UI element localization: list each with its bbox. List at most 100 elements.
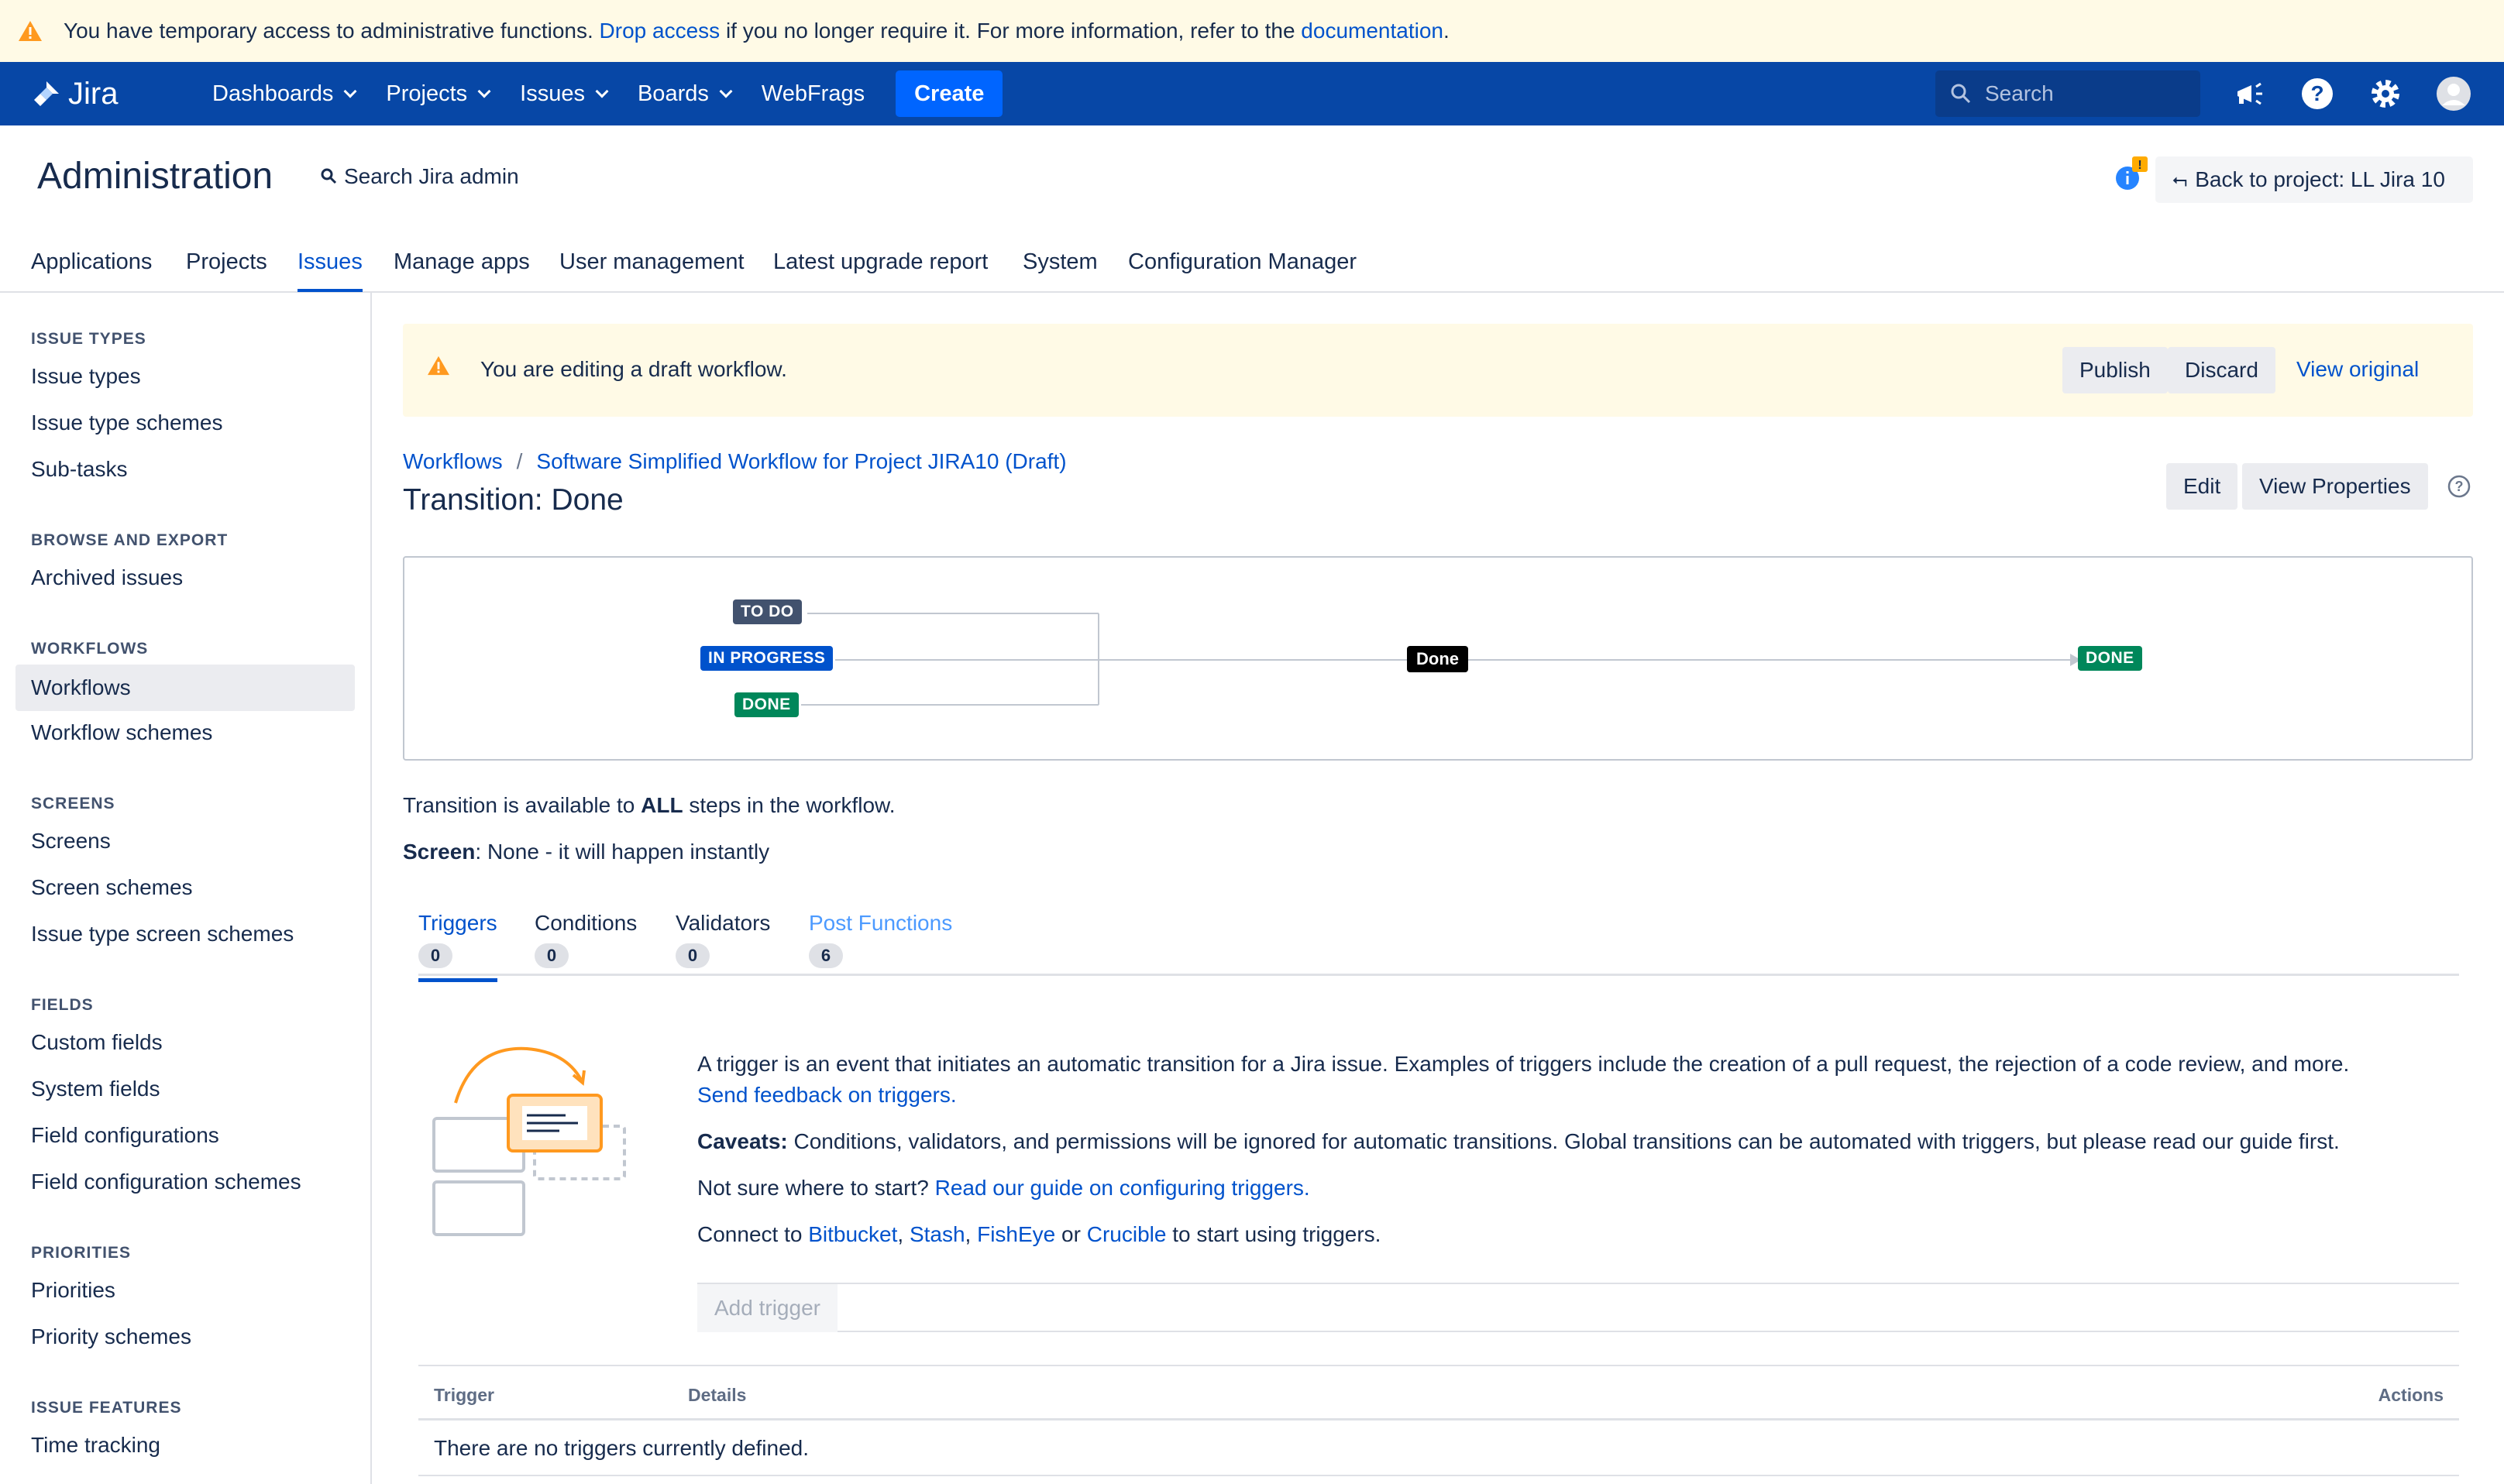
empty-table-message: There are no triggers currently defined. — [434, 1436, 810, 1460]
nav-issues[interactable]: Issues — [520, 81, 609, 107]
jira-logo-icon — [34, 81, 59, 106]
tab-triggers[interactable]: Triggers 0 — [418, 911, 497, 982]
table-header: Trigger Details Actions — [418, 1365, 2459, 1420]
tab-issues[interactable]: Issues — [298, 249, 363, 292]
sidebar-item-issue-type-schemes[interactable]: Issue type schemes — [31, 411, 222, 435]
avatar[interactable] — [2436, 76, 2471, 112]
page-title-administration: Administration — [37, 156, 273, 197]
stash-link[interactable]: Stash — [910, 1222, 965, 1246]
tab-projects[interactable]: Projects — [186, 249, 267, 289]
back-to-project-button[interactable]: ⮢ Back to project: LL Jira 10 — [2155, 156, 2473, 203]
search-jira-admin[interactable]: Search Jira admin — [319, 164, 519, 189]
sidebar-item-screen-schemes[interactable]: Screen schemes — [31, 875, 193, 900]
triggers-illustration — [432, 1046, 626, 1236]
nav-webfrags[interactable]: WebFrags — [762, 81, 865, 107]
nav-dashboards[interactable]: Dashboards — [212, 81, 357, 107]
draft-message: You are editing a draft workflow. — [480, 357, 787, 381]
return-arrow-icon: ⮢ — [2172, 169, 2188, 190]
tab-applications[interactable]: Applications — [31, 249, 152, 289]
tab-user-management[interactable]: User management — [559, 249, 745, 289]
breadcrumb-workflow-link[interactable]: Software Simplified Workflow for Project… — [536, 449, 1066, 474]
sidebar-heading-workflows: WORKFLOWS — [31, 640, 149, 658]
global-search-input[interactable]: Search — [1935, 70, 2200, 117]
fisheye-link[interactable]: FishEye — [977, 1222, 1055, 1246]
svg-text:?: ? — [2310, 81, 2323, 105]
crucible-link[interactable]: Crucible — [1087, 1222, 1167, 1246]
sidebar-item-workflow-schemes[interactable]: Workflow schemes — [31, 720, 212, 745]
transition-diagram: TO DO IN PROGRESS DONE Done DONE — [403, 556, 2473, 761]
notification-badge: ! — [2138, 159, 2141, 172]
read-guide-link[interactable]: Read our guide on configuring triggers. — [935, 1176, 1310, 1200]
sidebar-heading-browse-export: BROWSE AND EXPORT — [31, 531, 229, 549]
sidebar-item-archived-issues[interactable]: Archived issues — [31, 565, 183, 590]
megaphone-icon[interactable] — [2231, 76, 2267, 112]
sidebar-heading-issue-features: ISSUE FEATURES — [31, 1399, 182, 1417]
tab-system[interactable]: System — [1023, 249, 1098, 289]
sidebar-item-custom-fields[interactable]: Custom fields — [31, 1030, 163, 1055]
tab-conditions[interactable]: Conditions 0 — [535, 911, 637, 982]
sidebar-item-system-fields[interactable]: System fields — [31, 1077, 160, 1101]
nav-boards[interactable]: Boards — [638, 81, 733, 107]
sidebar-item-screens[interactable]: Screens — [31, 829, 111, 854]
view-properties-button[interactable]: View Properties — [2242, 463, 2428, 510]
transition-label: Done — [1407, 646, 1468, 672]
sidebar-item-sub-tasks[interactable]: Sub-tasks — [31, 457, 128, 482]
status-lozenge-done-target: DONE — [2078, 646, 2142, 671]
transition-tabs: Triggers 0 Conditions 0 Validators 0 Post F… — [418, 905, 2459, 982]
tab-configuration-manager[interactable]: Configuration Manager — [1128, 249, 1357, 289]
column-header-actions: Actions — [2378, 1385, 2444, 1405]
create-button[interactable]: Create — [896, 70, 1003, 117]
triggers-intro: A trigger is an event that initiates an … — [697, 1052, 2350, 1076]
tab-validators[interactable]: Validators 0 — [676, 911, 770, 982]
sidebar-item-time-tracking[interactable]: Time tracking — [31, 1433, 160, 1458]
bitbucket-link[interactable]: Bitbucket — [808, 1222, 897, 1246]
sidebar-item-field-configuration-schemes[interactable]: Field configuration schemes — [31, 1170, 301, 1194]
sidebar-heading-priorities: PRIORITIES — [31, 1244, 132, 1262]
sidebar-item-priorities[interactable]: Priorities — [31, 1278, 115, 1303]
sidebar-item-priority-schemes[interactable]: Priority schemes — [31, 1324, 191, 1349]
sidebar-item-issue-type-screen-schemes[interactable]: Issue type screen schemes — [31, 922, 294, 946]
add-trigger-button[interactable]: Add trigger — [697, 1284, 838, 1332]
sidebar-item-field-configurations[interactable]: Field configurations — [31, 1123, 219, 1148]
availability-text: Transition is available to ALL steps in … — [403, 793, 896, 817]
banner-text: You have temporary access to administrat… — [64, 19, 1450, 43]
discard-button[interactable]: Discard — [2168, 347, 2275, 393]
chevron-down-icon — [595, 84, 609, 98]
documentation-link[interactable]: documentation — [1301, 19, 1443, 43]
tab-count: 0 — [418, 943, 452, 968]
info-notification-icon[interactable]: ! — [2112, 155, 2151, 194]
admin-access-banner: You have temporary access to administrat… — [0, 0, 2504, 62]
breadcrumb: Workflows / Software Simplified Workflow… — [403, 449, 1067, 474]
help-circle-icon[interactable]: ? — [2447, 474, 2471, 499]
publish-button[interactable]: Publish — [2062, 347, 2168, 393]
screen-info: Screen: None - it will happen instantly — [403, 840, 770, 864]
breadcrumb-workflows-link[interactable]: Workflows — [403, 449, 503, 474]
drop-access-link[interactable]: Drop access — [600, 19, 721, 43]
search-icon — [321, 168, 337, 184]
settings-icon[interactable] — [2368, 76, 2403, 112]
edit-button[interactable]: Edit — [2166, 463, 2238, 510]
help-icon[interactable]: ? — [2299, 76, 2335, 112]
chevron-down-icon — [343, 84, 357, 98]
tab-count: 6 — [809, 943, 843, 968]
top-navigation: Jira Dashboards Projects Issues Boards W… — [0, 62, 2504, 125]
sidebar-item-workflows[interactable]: Workflows — [15, 665, 355, 711]
add-trigger-row: Add trigger — [697, 1283, 2459, 1332]
status-lozenge-in-progress: IN PROGRESS — [700, 646, 834, 671]
status-lozenge-todo: TO DO — [733, 599, 802, 624]
tab-post-functions[interactable]: Post Functions 6 — [809, 911, 952, 982]
draft-workflow-banner: You are editing a draft workflow. Publis… — [403, 324, 2473, 417]
tab-count: 0 — [676, 943, 710, 968]
tab-latest-upgrade-report[interactable]: Latest upgrade report — [773, 249, 988, 289]
column-header-trigger: Trigger — [434, 1385, 494, 1405]
view-original-link[interactable]: View original — [2296, 357, 2419, 382]
tab-manage-apps[interactable]: Manage apps — [394, 249, 530, 289]
chevron-down-icon — [719, 84, 733, 98]
nav-projects[interactable]: Projects — [386, 81, 491, 107]
search-icon — [1951, 84, 1971, 104]
jira-logo[interactable]: Jira — [31, 77, 147, 112]
send-feedback-link[interactable]: Send feedback on triggers. — [697, 1083, 957, 1107]
sidebar-item-issue-types[interactable]: Issue types — [31, 364, 141, 389]
admin-tabs: Applications Projects Issues Manage apps… — [0, 240, 2504, 293]
table-row: There are no triggers currently defined. — [418, 1420, 2459, 1476]
